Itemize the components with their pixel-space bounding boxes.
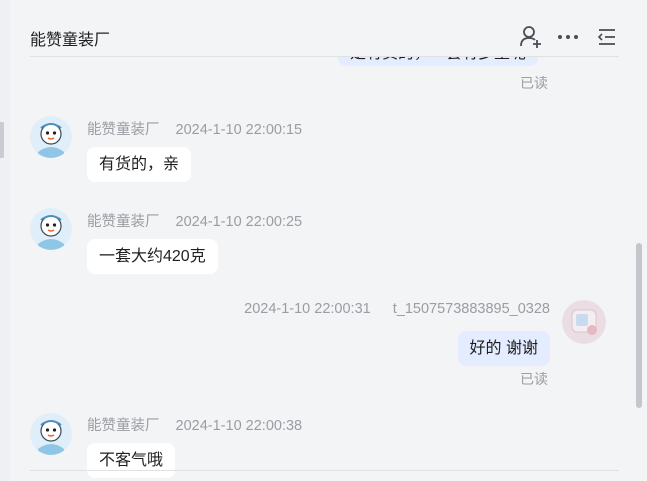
avatar[interactable] <box>30 116 72 158</box>
message-bubble-incoming: 有货的，亲 <box>87 147 192 182</box>
user-avatar-icon <box>562 300 606 344</box>
sender-name: t_1507573883895_0328 <box>392 301 550 317</box>
message-meta: 能赞童装厂 2024-1-10 22:00:15 <box>87 118 302 139</box>
message-bubble-outgoing: 好的 谢谢 <box>457 331 550 366</box>
sender-name: 能赞童装厂 <box>87 418 160 434</box>
avatar[interactable] <box>30 413 72 455</box>
more-icon[interactable] <box>555 24 581 50</box>
read-status: 已读 <box>520 371 548 387</box>
chat-header: 能赞童装厂 <box>10 0 637 57</box>
header-divider <box>30 56 619 57</box>
message-meta: 能赞童装厂 2024-1-10 22:00:25 <box>87 210 302 231</box>
message-time: 2024-1-10 22:00:31 <box>244 301 371 317</box>
avatar[interactable] <box>562 300 606 344</box>
add-contact-icon[interactable] <box>518 24 544 50</box>
shop-avatar-icon <box>30 413 72 455</box>
shop-avatar-icon <box>30 116 72 158</box>
message-list[interactable]: 是有货的，一套有多重呢 已读 能赞童装厂 2024-1-10 22:00:15 … <box>10 0 637 481</box>
message-bubble-incoming: 一套大约420克 <box>87 239 218 274</box>
scrollbar-thumb[interactable] <box>636 243 642 408</box>
sender-name: 能赞童装厂 <box>87 214 160 230</box>
sender-name: 能赞童装厂 <box>87 122 160 138</box>
message-text: 好的 谢谢 <box>469 340 538 357</box>
message-bubble-incoming: 不客气哦 <box>87 443 176 478</box>
avatar[interactable] <box>30 208 72 250</box>
message-time: 2024-1-10 22:00:15 <box>175 122 303 138</box>
message-text: 有货的，亲 <box>99 156 180 173</box>
message-time: 2024-1-10 22:00:25 <box>175 214 303 230</box>
message-text: 一套大约420克 <box>99 248 206 265</box>
list-menu-icon[interactable] <box>594 24 620 50</box>
scrollbar-track[interactable] <box>637 0 647 481</box>
shop-avatar-icon <box>30 208 72 250</box>
message-meta: 2024-1-10 22:00:31 t_1507573883895_0328 <box>244 301 550 317</box>
message-meta: 能赞童装厂 2024-1-10 22:00:38 <box>87 414 302 435</box>
message-time: 2024-1-10 22:00:38 <box>175 418 303 434</box>
chat-title: 能赞童装厂 <box>30 32 111 49</box>
read-status: 已读 <box>520 75 548 91</box>
left-panel-edge <box>0 0 10 481</box>
input-divider <box>30 470 619 471</box>
panel-resize-handle[interactable] <box>0 122 4 158</box>
message-text: 不客气哦 <box>99 452 164 469</box>
